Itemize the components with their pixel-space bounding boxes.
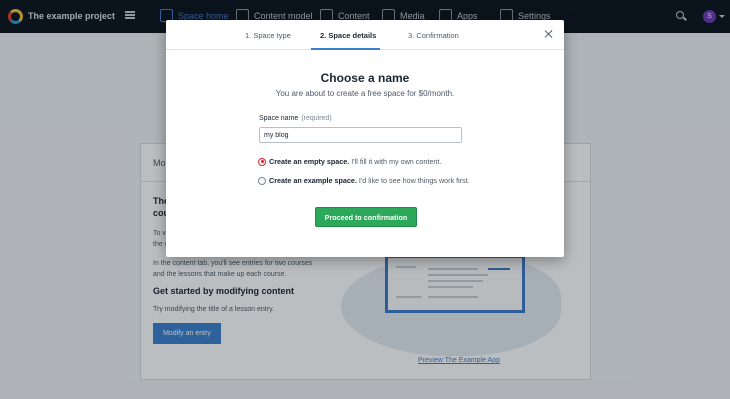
step-confirmation: 3. Confirmation	[408, 31, 459, 40]
dialog-subtitle: You are about to create a free space for…	[275, 89, 455, 98]
required-hint: (required)	[301, 115, 332, 122]
dialog-title: Choose a name	[320, 71, 410, 85]
space-name-label: Space name (required)	[259, 115, 332, 122]
option-example-space-title: Create an example space.	[269, 176, 357, 185]
option-empty-space[interactable]: Create an empty space. I'll fill it with…	[258, 157, 441, 166]
space-name-label-text: Space name	[259, 115, 299, 122]
wizard-steps: 1. Space type 2. Space details 3. Confir…	[166, 20, 564, 50]
create-space-dialog: 1. Space type 2. Space details 3. Confir…	[166, 20, 564, 257]
option-empty-space-title: Create an empty space.	[269, 157, 350, 166]
option-example-space-desc: I'd like to see how things work first.	[356, 176, 470, 185]
active-step-indicator	[311, 48, 380, 50]
radio-example-space[interactable]	[258, 176, 266, 185]
proceed-to-confirmation-button[interactable]: Proceed to confirmation	[315, 207, 417, 227]
radio-empty-space[interactable]	[258, 157, 266, 166]
step-space-type: 1. Space type	[245, 31, 291, 40]
step-space-details: 2. Space details	[320, 31, 377, 40]
option-example-space-label: Create an example space. I'd like to see…	[269, 176, 470, 185]
space-name-input[interactable]	[259, 127, 462, 143]
option-empty-space-label: Create an empty space. I'll fill it with…	[269, 157, 441, 166]
option-example-space[interactable]: Create an example space. I'd like to see…	[258, 176, 470, 185]
option-empty-space-desc: I'll fill it with my own content.	[349, 157, 442, 166]
close-icon[interactable]	[544, 30, 552, 38]
